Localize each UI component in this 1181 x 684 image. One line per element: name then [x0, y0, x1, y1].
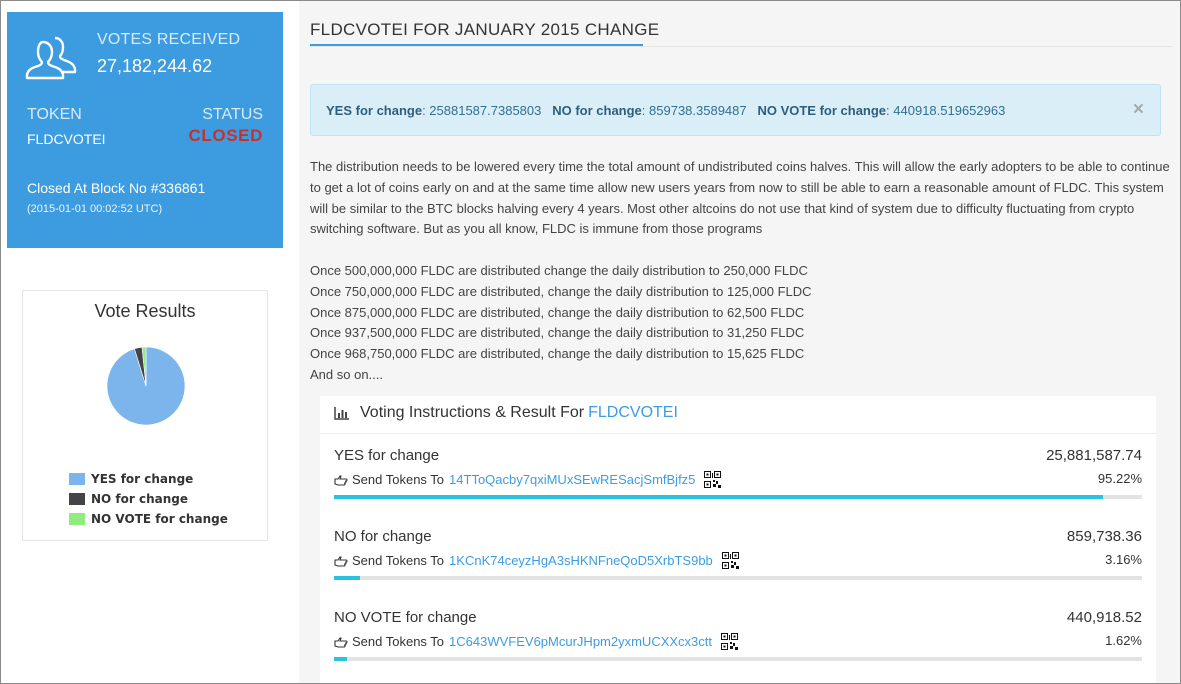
option-amount: 859,738.36 — [1066, 528, 1142, 545]
proposal-description: The distribution needs to be lowered eve… — [310, 157, 1176, 240]
hand-pointer-icon — [334, 555, 348, 567]
legend-item-yes[interactable]: YES for change — [69, 469, 228, 489]
distribution-line: Once 968,750,000 FLDC are distributed, c… — [310, 346, 805, 362]
legend-label-yes: YES for change — [91, 472, 194, 486]
alert-no-value: : 859738.3589487 — [641, 103, 747, 118]
legend-label-novote: NO VOTE for change — [91, 512, 228, 526]
send-tokens-label: Send Tokens To — [352, 553, 445, 568]
voting-panel-title: Voting Instructions & Result For — [360, 404, 585, 421]
qr-code-icon[interactable] — [704, 471, 722, 488]
legend-item-novote[interactable]: NO VOTE for change — [69, 509, 228, 529]
alert-novote-value: : 440918.519652963 — [886, 103, 1006, 118]
progress-bar — [334, 495, 1142, 499]
send-tokens-row: Send Tokens To 14TToQacby7qxiMUxSEwRESac… — [334, 471, 722, 488]
send-tokens-label: Send Tokens To — [352, 472, 445, 487]
progress-bar — [334, 657, 1142, 661]
page-title: FLDCVOTEI FOR JANUARY 2015 CHANGE — [310, 20, 660, 39]
vote-results-panel: Vote Results YES for change NO for chang… — [22, 290, 268, 541]
address-link[interactable]: 1KCnK74ceyzHgA3sHKNFneQoD5XrbTS9bb — [449, 553, 713, 568]
title-divider — [310, 46, 1172, 47]
main-content: FLDCVOTEI FOR JANUARY 2015 CHANGE YES fo… — [299, 1, 1180, 683]
alert-yes-label: YES for change — [326, 103, 423, 118]
option-percent: 95.22% — [1097, 471, 1142, 486]
description-line: switching software. But as you all know,… — [310, 221, 763, 237]
option-amount: 25,881,587.74 — [1046, 447, 1142, 464]
address-link[interactable]: 1C643WVFEV6pMcurJHpm2yxmUCXXcx3ctt — [449, 634, 712, 649]
distribution-line: Once 750,000,000 FLDC are distributed, c… — [310, 283, 812, 299]
alert-close-button[interactable]: × — [1133, 99, 1144, 121]
option-percent: 3.16% — [1105, 552, 1142, 567]
voting-panel-divider — [320, 433, 1156, 434]
hand-pointer-icon — [334, 636, 348, 648]
description-line: The distribution needs to be lowered eve… — [310, 159, 1170, 174]
token-label: TOKEN — [27, 106, 82, 123]
vote-results-pie-chart — [106, 346, 186, 426]
vote-results-title: Vote Results — [94, 301, 196, 321]
send-tokens-label: Send Tokens To — [352, 634, 445, 649]
closed-block-number: Closed At Block No #336861 — [27, 180, 206, 196]
alert-novote-label: NO VOTE for change — [757, 103, 887, 118]
chart-legend: YES for change NO for change NO VOTE for… — [69, 469, 228, 529]
address-link[interactable]: 14TToQacby7qxiMUxSEwRESacjSmfBjfz5 — [449, 472, 695, 487]
option-percent: 1.62% — [1105, 633, 1142, 648]
distribution-line: Once 500,000,000 FLDC are distributed ch… — [310, 263, 808, 278]
alert-no-label: NO for change — [552, 103, 642, 118]
voting-instructions-panel: Voting Instructions & Result For FLDCVOT… — [320, 396, 1156, 683]
status-value: CLOSED — [188, 126, 263, 145]
legend-swatch-yes — [69, 473, 85, 485]
option-name: NO VOTE for change — [334, 609, 477, 626]
hand-pointer-icon — [334, 474, 348, 486]
send-tokens-row: Send Tokens To 1C643WVFEV6pMcurJHpm2yxmU… — [334, 633, 739, 650]
alert-yes-value: : 25881587.7385803 — [422, 103, 542, 118]
votes-received-label: VOTES RECEIVED — [97, 31, 241, 48]
option-amount: 440,918.52 — [1066, 609, 1142, 626]
legend-swatch-novote — [69, 513, 85, 525]
vote-summary-alert: YES for change: 25881587.7385803 NO for … — [310, 84, 1161, 136]
voting-panel-token-link[interactable]: FLDCVOTEI — [588, 404, 678, 422]
progress-fill — [334, 657, 348, 661]
votes-received-value: 27,182,244.62 — [97, 56, 213, 76]
qr-code-icon[interactable] — [721, 552, 739, 569]
alert-text: YES for change: 25881587.7385803 NO for … — [326, 103, 1005, 118]
voting-panel-header: Voting Instructions & Result For FLDCVOT… — [334, 404, 678, 422]
left-column: VOTES RECEIVED 27,182,244.62 TOKEN FLDCV… — [1, 1, 299, 683]
progress-fill — [334, 495, 1104, 499]
distribution-line: And so on.... — [310, 366, 383, 382]
users-icon — [25, 36, 77, 80]
description-line: will be similar to the BTC blocks halvin… — [310, 200, 1135, 216]
option-name: YES for change — [334, 447, 440, 464]
status-label: STATUS — [202, 106, 263, 123]
legend-item-no[interactable]: NO for change — [69, 489, 228, 509]
progress-fill — [334, 576, 360, 580]
qr-code-icon[interactable] — [721, 633, 739, 650]
legend-swatch-no — [69, 493, 85, 505]
stat-card: VOTES RECEIVED 27,182,244.62 TOKEN FLDCV… — [7, 12, 283, 248]
send-tokens-row: Send Tokens To 1KCnK74ceyzHgA3sHKNFneQoD… — [334, 552, 739, 569]
legend-label-no: NO for change — [91, 492, 189, 506]
description-line: to get a lot of coins early on and at th… — [310, 179, 1164, 195]
distribution-schedule: Once 500,000,000 FLDC are distributed ch… — [310, 261, 812, 386]
token-value: FLDCVOTEI — [27, 131, 106, 147]
distribution-line: Once 937,500,000 FLDC are distributed, c… — [310, 325, 805, 341]
closed-timestamp: (2015-01-01 00:02:52 UTC) — [27, 203, 163, 215]
progress-bar — [334, 576, 1142, 580]
distribution-line: Once 875,000,000 FLDC are distributed, c… — [310, 304, 805, 320]
option-name: NO for change — [334, 528, 432, 545]
bar-chart-icon — [334, 407, 349, 420]
